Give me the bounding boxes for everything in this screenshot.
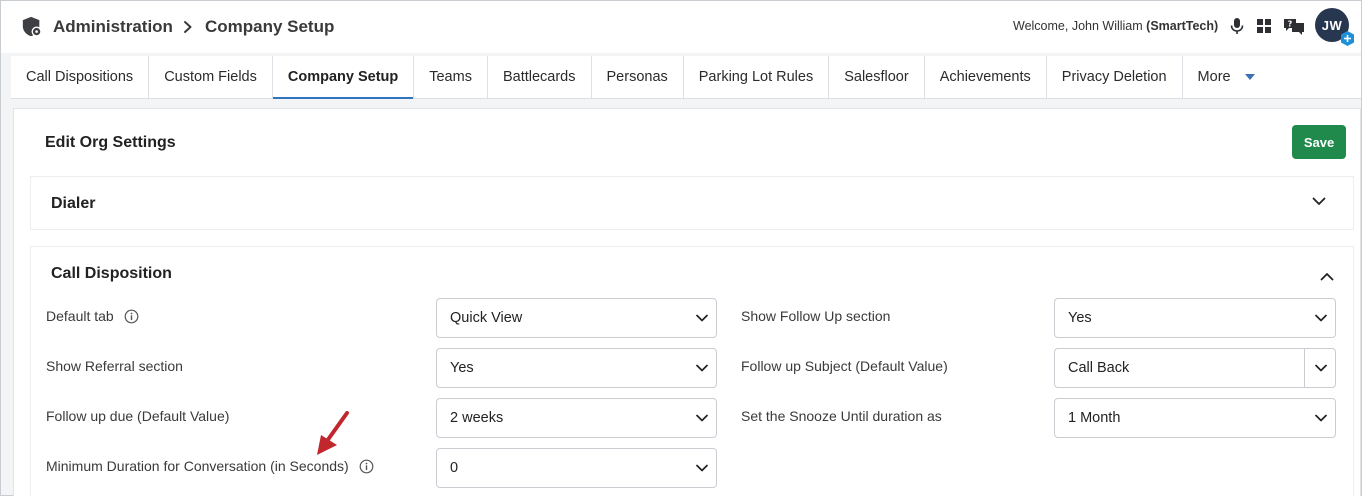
label-text: Show Referral section	[46, 358, 183, 374]
add-badge-icon	[1341, 31, 1354, 46]
tab-call-dispositions[interactable]: Call Dispositions	[11, 56, 150, 98]
tab-label: Personas	[606, 69, 668, 85]
label-text: Show Follow Up section	[741, 308, 891, 324]
section-title: Dialer	[51, 195, 96, 212]
tab-label: More	[1197, 69, 1231, 85]
chevron-down-icon	[696, 464, 708, 472]
chevron-up-icon[interactable]	[1320, 272, 1334, 281]
caret-down-icon	[1244, 74, 1255, 80]
follow-up-subject-label: Follow up Subject (Default Value)	[741, 358, 948, 374]
tab-personas[interactable]: Personas	[592, 56, 684, 98]
chevron-down-icon	[696, 364, 708, 372]
chevron-down-icon[interactable]	[1315, 364, 1327, 372]
snooze-until-label: Set the Snooze Until duration as	[741, 408, 942, 424]
breadcrumb-root[interactable]: Administration	[53, 17, 173, 37]
tab-label: Achievements	[939, 69, 1031, 85]
welcome-text: Welcome, John William (SmartTech)	[1013, 19, 1218, 33]
select-value: Quick View	[450, 310, 523, 326]
tab-label: Battlecards	[502, 69, 576, 85]
microphone-icon[interactable]	[1228, 17, 1246, 35]
apps-grid-icon[interactable]	[1255, 17, 1273, 35]
chevron-down-icon[interactable]	[1312, 197, 1326, 206]
default-tab-select[interactable]: Quick View	[436, 298, 717, 338]
tab-more[interactable]: More	[1183, 56, 1270, 98]
tab-label: Call Dispositions	[26, 69, 134, 85]
select-value: 0	[450, 460, 459, 476]
svg-text:?: ?	[1288, 20, 1293, 29]
chevron-down-icon	[696, 314, 708, 322]
select-value: Yes	[450, 360, 474, 376]
info-icon[interactable]	[124, 309, 139, 324]
settings-tabs: Call Dispositions Custom Fields Company …	[11, 56, 1361, 99]
save-button[interactable]: Save	[1292, 125, 1346, 159]
tab-label: Privacy Deletion	[1061, 69, 1167, 85]
show-referral-label: Show Referral section	[46, 358, 183, 374]
follow-up-due-select[interactable]: 2 weeks	[436, 398, 717, 438]
tab-teams[interactable]: Teams	[414, 56, 488, 98]
chevron-right-icon	[183, 21, 192, 33]
top-bar: Administration Company Setup Welcome, Jo…	[1, 1, 1361, 53]
follow-up-subject-combobox[interactable]: Call Back	[1054, 348, 1336, 388]
show-follow-up-select[interactable]: Yes	[1054, 298, 1336, 338]
tab-salesfloor[interactable]: Salesfloor	[829, 56, 925, 98]
tab-label: Company Setup	[287, 69, 399, 85]
select-value: 1 Month	[1068, 410, 1121, 426]
label-text: Default tab	[46, 308, 114, 324]
page-title: Edit Org Settings	[45, 134, 176, 151]
info-icon[interactable]	[359, 459, 374, 474]
breadcrumb-current: Company Setup	[204, 17, 335, 36]
breadcrumb: Administration Company Setup	[21, 16, 334, 38]
chevron-down-icon	[1315, 414, 1327, 422]
tab-label: Salesfloor	[844, 69, 909, 85]
section-title: Call Disposition	[51, 265, 172, 282]
tab-label: Custom Fields	[164, 69, 257, 85]
min-duration-label: Minimum Duration for Conversation (in Se…	[46, 458, 374, 474]
tab-label: Teams	[429, 69, 472, 85]
tab-achievements[interactable]: Achievements	[925, 56, 1047, 98]
welcome-user: Welcome, John William	[1013, 19, 1143, 33]
label-text: Follow up due (Default Value)	[46, 408, 230, 424]
tab-label: Parking Lot Rules	[698, 69, 814, 85]
tab-parking-lot-rules[interactable]: Parking Lot Rules	[684, 56, 830, 98]
combobox-value: Call Back	[1068, 360, 1130, 376]
snooze-until-select[interactable]: 1 Month	[1054, 398, 1336, 438]
chevron-down-icon	[1315, 314, 1327, 322]
tab-privacy-deletion[interactable]: Privacy Deletion	[1047, 56, 1183, 98]
admin-shield-icon	[22, 16, 42, 37]
chat-help-icon[interactable]: ?	[1283, 17, 1305, 35]
min-duration-select[interactable]: 0	[436, 448, 717, 488]
label-text: Follow up Subject (Default Value)	[741, 358, 948, 374]
label-text: Minimum Duration for Conversation (in Se…	[46, 458, 349, 474]
select-value: Yes	[1068, 310, 1092, 326]
default-tab-label: Default tab	[46, 308, 139, 324]
welcome-org: (SmartTech)	[1146, 19, 1219, 33]
combobox-divider	[1304, 349, 1305, 387]
tab-custom-fields[interactable]: Custom Fields	[149, 56, 273, 98]
tab-battlecards[interactable]: Battlecards	[488, 56, 592, 98]
show-referral-select[interactable]: Yes	[436, 348, 717, 388]
follow-up-due-label: Follow up due (Default Value)	[46, 408, 229, 424]
tab-company-setup[interactable]: Company Setup	[272, 56, 415, 99]
annotation-arrow-icon	[317, 411, 349, 455]
show-follow-up-label: Show Follow Up section	[741, 308, 890, 324]
select-value: 2 weeks	[450, 410, 504, 426]
chevron-down-icon	[696, 414, 708, 422]
dialer-section[interactable]: Dialer	[30, 176, 1354, 230]
label-text: Set the Snooze Until duration as	[741, 408, 942, 424]
